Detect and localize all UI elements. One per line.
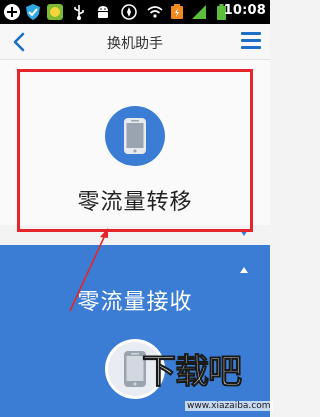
app-header: 换机助手: [0, 24, 270, 60]
signal-icon: [192, 5, 206, 19]
battery-charging-icon: [171, 4, 183, 19]
add-icon: [4, 4, 20, 20]
screen: 10:08 换机助手 零流量转移 零流量接收 下载吧 www.xiazaiba.…: [0, 0, 273, 417]
status-time: 10:08: [223, 3, 266, 18]
page-title: 换机助手: [107, 36, 163, 52]
wifi-icon: [147, 6, 163, 18]
compass-icon: [121, 4, 137, 20]
zero-data-receive-label[interactable]: 零流量接收: [0, 284, 270, 316]
hamburger-menu-icon[interactable]: [241, 32, 261, 50]
usb-icon: [74, 5, 84, 20]
triangle-up-icon[interactable]: [239, 266, 249, 274]
triangle-down-icon[interactable]: [239, 229, 249, 237]
zero-data-transfer-label[interactable]: 零流量转移: [0, 184, 270, 216]
phone-icon[interactable]: [105, 106, 165, 166]
watermark-logo: 下载吧: [142, 352, 243, 393]
shield-icon: [26, 4, 40, 20]
android-icon: [98, 6, 108, 18]
watermark-url: www.xiazaiba.com: [185, 401, 273, 411]
game-icon: [47, 4, 63, 20]
status-bar: 10:08: [0, 0, 270, 24]
